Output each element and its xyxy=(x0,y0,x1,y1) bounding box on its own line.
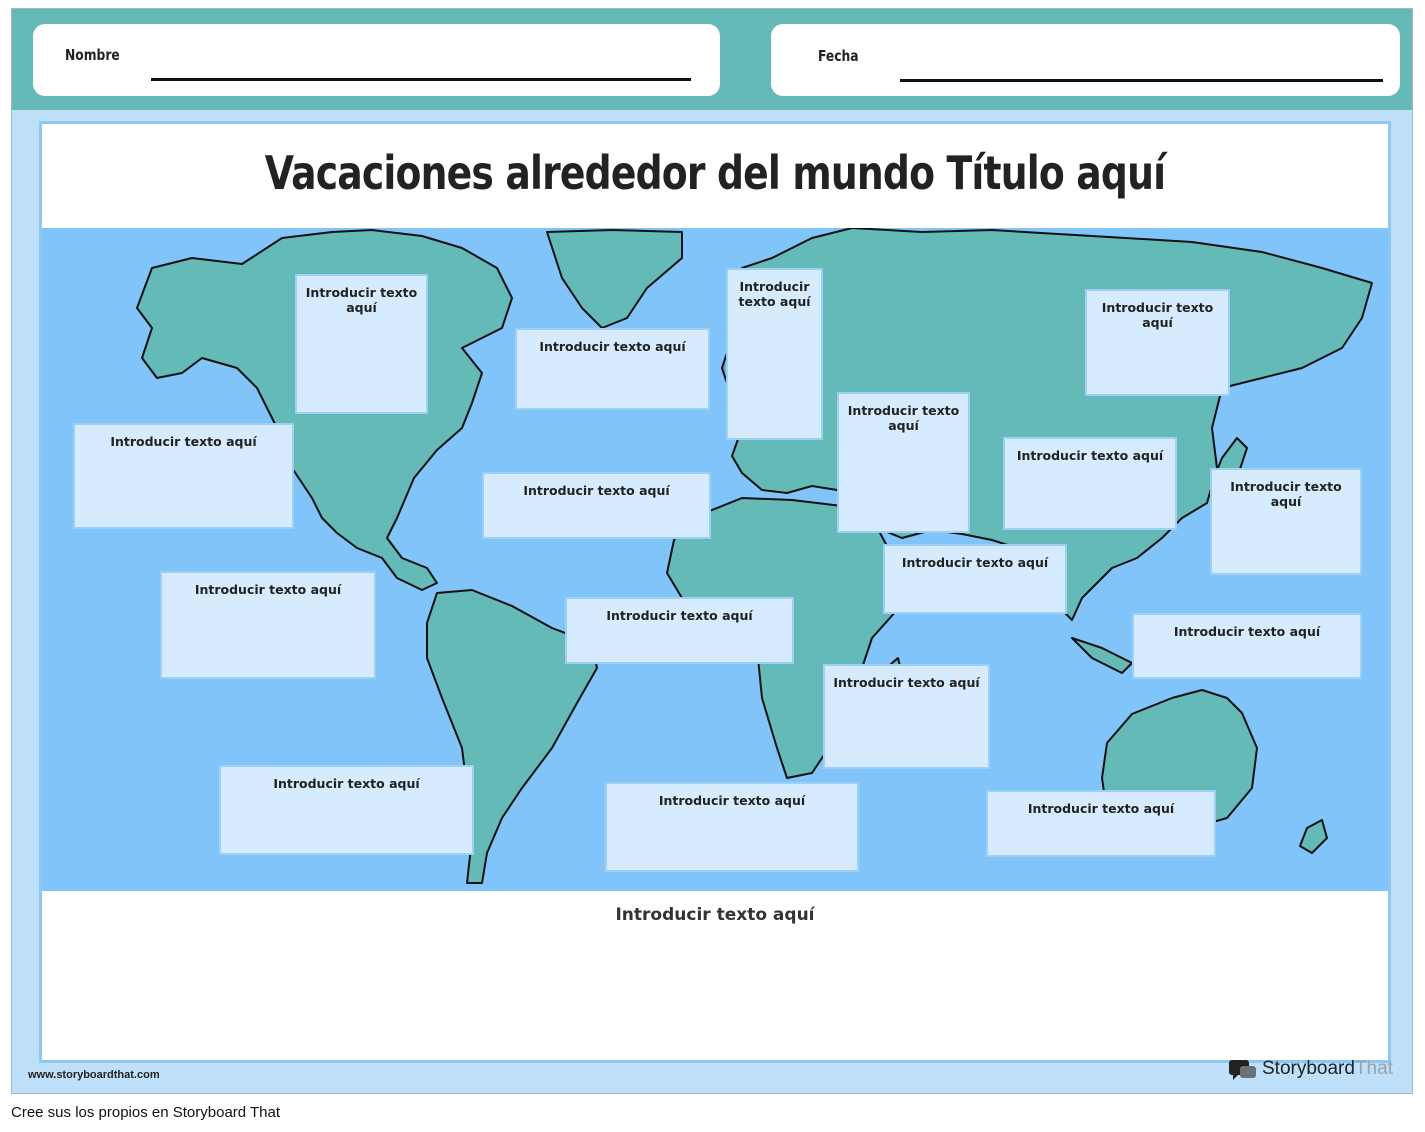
title-box[interactable]: Vacaciones alrededor del mundo Título aq… xyxy=(42,124,1388,228)
text-box[interactable]: Introducir texto aquí xyxy=(986,790,1216,857)
name-line xyxy=(151,78,691,81)
text-box[interactable]: Introducir texto aquí xyxy=(883,544,1067,614)
footer-text[interactable]: Cree sus los propios en Storyboard That xyxy=(11,1104,280,1121)
name-label: Nombre xyxy=(65,46,120,64)
date-field[interactable]: Fecha xyxy=(771,24,1400,96)
text-box[interactable]: Introducir texto aquí xyxy=(295,274,428,414)
brand-story: Storyboard xyxy=(1262,1058,1355,1079)
site-url[interactable]: www.storyboardthat.com xyxy=(28,1069,160,1081)
date-label: Fecha xyxy=(818,47,859,65)
text-box[interactable]: Introducir texto aquí xyxy=(160,571,376,679)
text-box[interactable]: Introducir texto aquí xyxy=(515,328,710,410)
text-box[interactable]: Introducir texto aquí xyxy=(605,782,859,872)
text-box[interactable]: Introducir texto aquí xyxy=(73,423,294,529)
date-line xyxy=(900,79,1383,82)
text-box[interactable]: Introducir texto aquí xyxy=(1085,289,1230,396)
brand-that: That xyxy=(1354,1058,1393,1079)
page-title: Vacaciones alrededor del mundo Título aq… xyxy=(264,146,1166,200)
text-box[interactable]: Introducir texto aquí xyxy=(482,472,711,539)
text-box[interactable]: Introducir texto aquí xyxy=(823,664,990,769)
text-box[interactable]: Introducir texto aquí xyxy=(1003,437,1177,530)
text-box[interactable]: Introducir texto aquí xyxy=(565,597,794,664)
text-box[interactable]: Introducir texto aquí xyxy=(726,268,823,440)
text-box[interactable]: Introducir texto aquí xyxy=(1210,468,1362,575)
bottom-text: Introducir texto aquí xyxy=(615,905,815,925)
worksheet-header: Nombre Fecha xyxy=(12,9,1412,110)
content-panel: Vacaciones alrededor del mundo Título aq… xyxy=(39,121,1391,1063)
bottom-text-box[interactable]: Introducir texto aquí xyxy=(42,891,1388,1060)
text-box[interactable]: Introducir texto aquí xyxy=(1132,613,1362,679)
speech-bubble-icon xyxy=(1229,1060,1256,1080)
text-box[interactable]: Introducir texto aquí xyxy=(837,392,970,533)
name-field[interactable]: Nombre xyxy=(33,24,720,96)
worksheet: Nombre Fecha Vacaciones alrededor del mu… xyxy=(11,8,1413,1094)
text-box[interactable]: Introducir texto aquí xyxy=(219,765,474,855)
